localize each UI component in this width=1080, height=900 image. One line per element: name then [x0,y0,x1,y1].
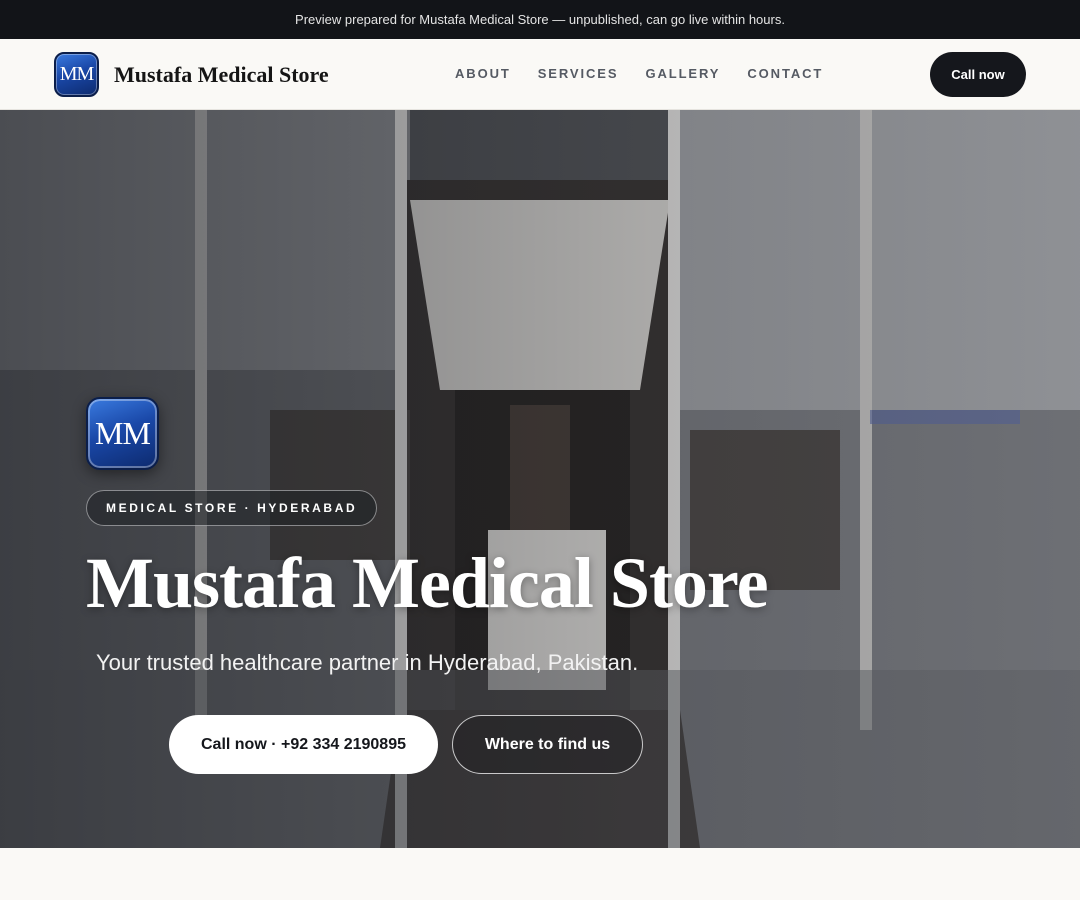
hero-section: MM MEDICAL STORE · HYDERABAD Mustafa Med… [0,110,1080,848]
brand-name: Mustafa Medical Store [114,61,329,87]
where-to-find-us-button[interactable]: Where to find us [452,715,643,774]
site-header: MM Mustafa Medical Store ABOUT SERVICES … [0,39,1080,110]
nav-about[interactable]: ABOUT [455,66,511,81]
brand[interactable]: MM Mustafa Medical Store [54,52,329,97]
hero-badge: MEDICAL STORE · HYDERABAD [86,490,378,526]
hero-title: Mustafa Medical Store [86,543,769,623]
nav-gallery[interactable]: GALLERY [645,66,720,81]
hero-logo-icon: MM [86,397,159,470]
announcement-text: Preview prepared for Mustafa Medical Sto… [295,12,785,27]
nav-services[interactable]: SERVICES [538,66,619,81]
call-now-button[interactable]: Call now · +92 334 2190895 [169,715,438,774]
announcement-bar: Preview prepared for Mustafa Medical Sto… [0,0,1080,39]
nav-contact[interactable]: CONTACT [747,66,823,81]
hero-subtitle: Your trusted healthcare partner in Hyder… [96,650,639,675]
main-nav: ABOUT SERVICES GALLERY CONTACT [455,66,823,81]
logo-icon: MM [54,52,99,97]
header-call-button[interactable]: Call now [930,52,1026,97]
